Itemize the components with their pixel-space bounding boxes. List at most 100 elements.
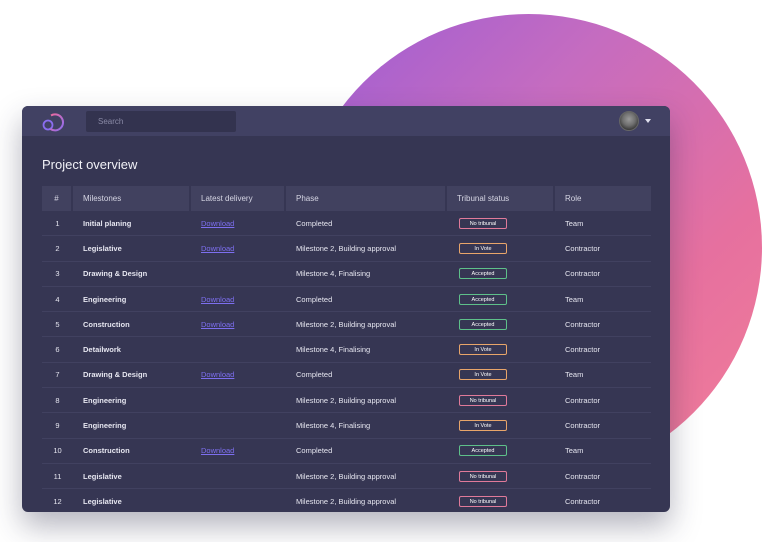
- table-row[interactable]: 2 Legislative Download Milestone 2, Buildin…: [42, 236, 651, 262]
- download-link[interactable]: Download: [201, 370, 234, 379]
- tribunal-status-cell: Accepted: [447, 439, 555, 464]
- row-number: 11: [42, 464, 73, 490]
- milestone-name: Engineering: [73, 287, 191, 313]
- row-number: 5: [42, 312, 73, 338]
- role-cell: Team: [555, 363, 651, 389]
- row-number: 12: [42, 489, 73, 512]
- phase-cell: Completed: [286, 439, 447, 464]
- search-input[interactable]: [86, 111, 236, 132]
- table-row[interactable]: 9 Engineering Milestone 4, Finalising In Vo…: [42, 413, 651, 439]
- table-row[interactable]: 4 Engineering Download Completed Accepted Tea…: [42, 287, 651, 313]
- tribunal-status-cell: Accepted: [447, 287, 555, 313]
- status-badge: In Vote: [459, 420, 507, 432]
- milestone-name: Construction: [73, 312, 191, 338]
- tribunal-status-cell: No tribunal: [447, 211, 555, 237]
- table-row[interactable]: 11 Legislative Milestone 2, Building appro…: [42, 464, 651, 490]
- phase-cell: Milestone 2, Building approval: [286, 489, 447, 512]
- status-badge: Accepted: [459, 445, 507, 457]
- delivery-cell: [191, 413, 286, 439]
- page-title: Project overview: [42, 157, 138, 172]
- milestones-table: # Milestones Latest delivery Phase Tribu…: [42, 186, 651, 512]
- delivery-cell: Download: [191, 312, 286, 338]
- delivery-cell: Download: [191, 439, 286, 464]
- delivery-cell: Download: [191, 236, 286, 262]
- column-header-latest-delivery[interactable]: Latest delivery: [191, 186, 286, 211]
- row-number: 9: [42, 413, 73, 439]
- status-badge: No tribunal: [459, 394, 507, 406]
- role-cell: Contractor: [555, 262, 651, 287]
- tribunal-status-cell: In Vote: [447, 337, 555, 363]
- status-badge: No tribunal: [459, 217, 507, 229]
- status-badge: In Vote: [459, 369, 507, 381]
- download-link[interactable]: Download: [201, 219, 234, 228]
- phase-cell: Milestone 2, Building approval: [286, 388, 447, 414]
- row-number: 1: [42, 211, 73, 237]
- milestone-name: Drawing & Design: [73, 262, 191, 287]
- role-cell: Contractor: [555, 312, 651, 338]
- role-cell: Team: [555, 439, 651, 464]
- phase-cell: Milestone 2, Building approval: [286, 464, 447, 490]
- row-number: 4: [42, 287, 73, 313]
- download-link[interactable]: Download: [201, 446, 234, 455]
- phase-cell: Completed: [286, 363, 447, 389]
- tribunal-status-cell: Accepted: [447, 262, 555, 287]
- table-row[interactable]: 3 Drawing & Design Milestone 4, Finalising…: [42, 262, 651, 287]
- tribunal-status-cell: No tribunal: [447, 489, 555, 512]
- profile-menu[interactable]: [619, 111, 651, 131]
- table-row[interactable]: 8 Engineering Milestone 2, Building approv…: [42, 388, 651, 414]
- role-cell: Contractor: [555, 337, 651, 363]
- milestone-name: Drawing & Design: [73, 363, 191, 389]
- chevron-down-icon[interactable]: [645, 119, 651, 123]
- tribunal-status-cell: Accepted: [447, 312, 555, 338]
- avatar[interactable]: [619, 111, 639, 131]
- delivery-cell: Download: [191, 287, 286, 313]
- status-badge: In Vote: [459, 242, 507, 254]
- phase-cell: Completed: [286, 287, 447, 313]
- column-header-milestones[interactable]: Milestones: [73, 186, 191, 211]
- column-header-role[interactable]: Role: [555, 186, 651, 211]
- status-badge: Accepted: [459, 293, 507, 305]
- table-row[interactable]: 6 Detailwork Milestone 4, Finalising In Vot…: [42, 337, 651, 363]
- status-badge: In Vote: [459, 344, 507, 356]
- column-header-number: #: [42, 186, 73, 211]
- delivery-cell: [191, 337, 286, 363]
- role-cell: Contractor: [555, 236, 651, 262]
- status-badge: Accepted: [459, 268, 507, 280]
- table-row[interactable]: 1 Initial planing Download Completed No trib…: [42, 211, 651, 237]
- tribunal-status-cell: No tribunal: [447, 388, 555, 414]
- column-header-phase[interactable]: Phase: [286, 186, 447, 211]
- column-header-tribunal-status[interactable]: Tribunal status: [447, 186, 555, 211]
- phase-cell: Milestone 2, Building approval: [286, 236, 447, 262]
- milestone-name: Initial planing: [73, 211, 191, 237]
- table-row[interactable]: 10 Construction Download Completed Accepted T…: [42, 439, 651, 464]
- download-link[interactable]: Download: [201, 320, 234, 329]
- phase-cell: Completed: [286, 211, 447, 237]
- row-number: 10: [42, 439, 73, 464]
- delivery-cell: Download: [191, 363, 286, 389]
- table-row[interactable]: 7 Drawing & Design Download Completed In Vot…: [42, 363, 651, 389]
- table-body: 1 Initial planing Download Completed No trib…: [42, 211, 651, 512]
- milestone-name: Legislative: [73, 236, 191, 262]
- delivery-cell: [191, 262, 286, 287]
- milestone-name: Engineering: [73, 413, 191, 439]
- top-bar: [22, 106, 670, 136]
- phase-cell: Milestone 4, Finalising: [286, 413, 447, 439]
- logo-icon: [42, 113, 64, 132]
- row-number: 7: [42, 363, 73, 389]
- phase-cell: Milestone 4, Finalising: [286, 262, 447, 287]
- table-header-row: # Milestones Latest delivery Phase Tribu…: [42, 186, 651, 211]
- table-row[interactable]: 12 Legislative Milestone 2, Building appro…: [42, 489, 651, 512]
- tribunal-status-cell: No tribunal: [447, 464, 555, 490]
- download-link[interactable]: Download: [201, 244, 234, 253]
- download-link[interactable]: Download: [201, 295, 234, 304]
- role-cell: Team: [555, 287, 651, 313]
- tribunal-status-cell: In Vote: [447, 363, 555, 389]
- milestone-name: Engineering: [73, 388, 191, 414]
- row-number: 2: [42, 236, 73, 262]
- phase-cell: Milestone 4, Finalising: [286, 337, 447, 363]
- row-number: 3: [42, 262, 73, 287]
- delivery-cell: [191, 489, 286, 512]
- table-row[interactable]: 5 Construction Download Milestone 2, Buildi…: [42, 312, 651, 338]
- milestone-name: Construction: [73, 439, 191, 464]
- status-badge: Accepted: [459, 318, 507, 330]
